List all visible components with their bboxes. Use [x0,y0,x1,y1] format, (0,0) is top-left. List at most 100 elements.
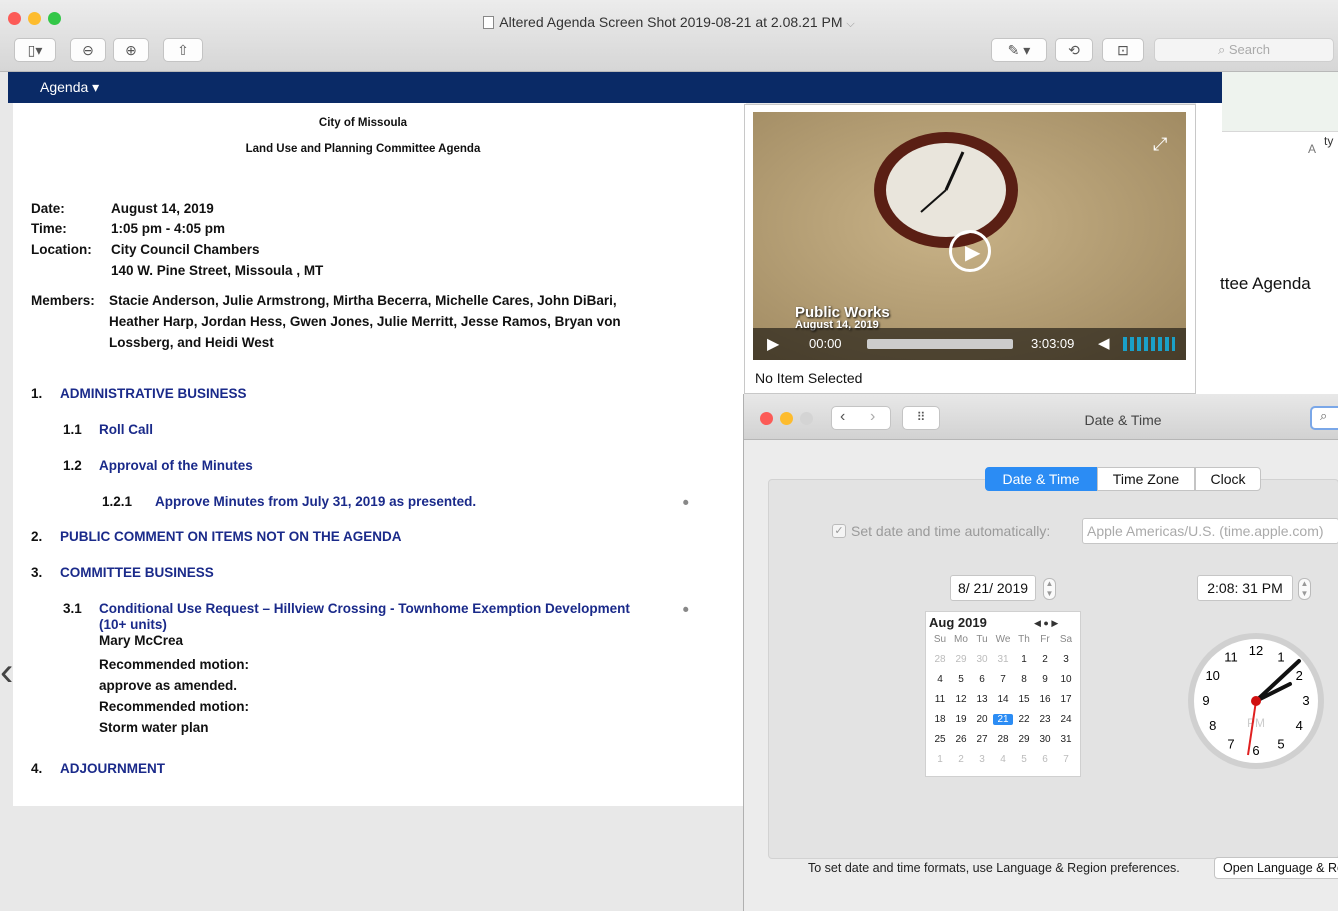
search-input[interactable]: ⌕ Search [1154,38,1334,62]
calendar-day[interactable]: 3 [972,754,992,765]
attachment-icon[interactable]: ⏺ [683,497,689,510]
fullscreen-icon[interactable]: ⤢ [1153,134,1167,155]
window-title: Altered Agenda Screen Shot 2019-08-21 at… [0,14,1338,31]
agenda-menu[interactable]: Agenda ▾ [40,79,99,96]
calendar-day[interactable]: 5 [951,674,971,685]
play-overlay-button[interactable]: ▶ [949,230,991,272]
item-conditional-use-request-units[interactable]: (10+ units) [99,617,167,632]
calendar-day[interactable]: 24 [1056,714,1076,725]
calendar-day[interactable]: 2 [951,754,971,765]
section-3-number: 3. [31,565,43,580]
calendar-day[interactable]: 4 [993,754,1013,765]
calendar-day[interactable]: 18 [930,714,950,725]
seek-bar[interactable] [867,339,1013,349]
section-committee-business[interactable]: COMMITTEE BUSINESS [60,565,214,580]
calendar-day[interactable]: 15 [1014,694,1034,705]
calendar-day[interactable]: 9 [1035,674,1055,685]
calendar-day[interactable]: 29 [951,654,971,665]
calendar-day[interactable]: 28 [993,734,1013,745]
clock-numeral: 9 [1202,693,1209,708]
calendar-day[interactable]: 27 [972,734,992,745]
attachment-icon[interactable]: ⏺ [683,604,689,617]
background-window: ttee Agenda ty A [1196,72,1338,412]
calendar-day[interactable]: 16 [1035,694,1055,705]
zoom-in-button[interactable]: ⊕ [113,38,149,62]
share-button[interactable]: ⇧ [163,38,203,62]
agenda-document: City of Missoula Land Use and Planning C… [13,103,746,806]
tab-time-zone[interactable]: Time Zone [1097,467,1195,491]
open-language-region-button[interactable]: Open Language & Region... [1214,857,1338,879]
org-name: City of Missoula [318,117,408,129]
calendar-day[interactable]: 6 [1035,754,1055,765]
time-field[interactable]: 2:08: 31 PM [1197,575,1293,601]
item-roll-call[interactable]: Roll Call [99,422,153,437]
calendar-day[interactable]: 3 [1056,654,1076,665]
tab-date-time[interactable]: Date & Time [985,467,1097,491]
section-public-comment[interactable]: PUBLIC COMMENT ON ITEMS NOT ON THE AGEND… [60,529,402,544]
auto-time-checkbox[interactable]: ✓ [832,524,846,538]
item-1-1-number: 1.1 [63,422,82,437]
calendar-day[interactable]: 13 [972,694,992,705]
calendar-day[interactable]: 26 [951,734,971,745]
calendar-day[interactable]: 4 [930,674,950,685]
calendar-day[interactable]: 8 [1014,674,1034,685]
calendar-day[interactable]: 5 [1014,754,1034,765]
time-stepper[interactable]: ▲ ▼ [1298,578,1311,600]
date-field[interactable]: 8/ 21/ 2019 [950,575,1036,601]
calendar-day[interactable]: 12 [951,694,971,705]
rotate-button[interactable]: ⟲ [1055,38,1093,62]
location-line-1: City Council Chambers [111,242,260,257]
calendar: Aug 2019 ◀ ● ▶ Su Mo Tu We Th Fr Sa 28 29 30 31 1 2 3… [925,611,1081,777]
calendar-day[interactable]: 20 [972,714,992,725]
item-approve-minutes[interactable]: Approve Minutes from July 31, 2019 as pr… [155,494,476,509]
section-administrative-business[interactable]: ADMINISTRATIVE BUSINESS [60,386,247,401]
chevron-down-icon[interactable]: ⌵ [846,18,854,30]
pref-search-input[interactable]: ⌕ [1310,406,1338,430]
calendar-day[interactable]: 30 [972,654,992,665]
calendar-day[interactable]: 17 [1056,694,1076,705]
zoom-out-button[interactable]: ⊖ [70,38,106,62]
calendar-day[interactable]: 23 [1035,714,1055,725]
item-conditional-use-request[interactable]: Conditional Use Request – Hillview Cross… [99,601,630,616]
calendar-day[interactable]: 28 [930,654,950,665]
video-controls: ▶ 00:00 3:03:09 ◀ [753,328,1186,360]
calendar-day[interactable]: 1 [930,754,950,765]
search-placeholder: Search [1228,42,1271,57]
members-line-1: Stacie Anderson, Julie Armstrong, Mirtha… [109,293,617,308]
volume-icon[interactable]: ◀ [1098,334,1110,352]
sidebar-toggle-button[interactable]: ▯▾ [14,38,56,62]
calendar-day[interactable]: 31 [993,654,1013,665]
calendar-day[interactable]: 6 [972,674,992,685]
edge-chevron-icon: ‹ [0,650,14,694]
calendar-day[interactable]: 2 [1035,654,1055,665]
calendar-nav[interactable]: ◀ ● ▶ [1034,618,1058,629]
calendar-day[interactable]: 10 [1056,674,1076,685]
video-player[interactable]: ▶ ⤢ Public Works August 14, 2019 ▶ 00:00… [753,112,1186,360]
item-approval-of-minutes[interactable]: Approval of the Minutes [99,458,253,473]
recommended-motion-label-2: Recommended motion: [99,699,250,714]
calendar-day[interactable]: 14 [993,694,1013,705]
calendar-day[interactable]: 22 [1014,714,1034,725]
volume-slider[interactable] [1123,337,1175,351]
calendar-day[interactable]: 29 [1014,734,1034,745]
calendar-day[interactable]: 31 [1056,734,1076,745]
item-3-1-number: 3.1 [63,601,82,616]
duration: 3:03:09 [1031,336,1075,351]
calendar-day[interactable]: 7 [1056,754,1076,765]
calendar-day[interactable]: 30 [1035,734,1055,745]
calendar-day[interactable]: 21 [993,714,1013,725]
tab-clock[interactable]: Clock [1195,467,1261,491]
calendar-day[interactable]: 7 [993,674,1013,685]
date-stepper[interactable]: ▲ ▼ [1043,578,1056,600]
time-server-field[interactable]: Apple Americas/U.S. (time.apple.com) [1082,518,1338,544]
calendar-day[interactable]: 1 [1014,654,1034,665]
calendar-day[interactable]: 11 [930,694,950,705]
play-icon[interactable]: ▶ [767,334,779,354]
calendar-day[interactable]: 25 [930,734,950,745]
rotate-icon: ⟲ [1068,41,1080,58]
toolbox-button[interactable]: ⊡ [1102,38,1144,62]
calendar-day[interactable]: 19 [951,714,971,725]
markup-button[interactable]: ✎ ▾ [991,38,1047,62]
section-adjournment[interactable]: ADJOURNMENT [60,761,165,776]
weekday-label: Mo [954,634,968,645]
